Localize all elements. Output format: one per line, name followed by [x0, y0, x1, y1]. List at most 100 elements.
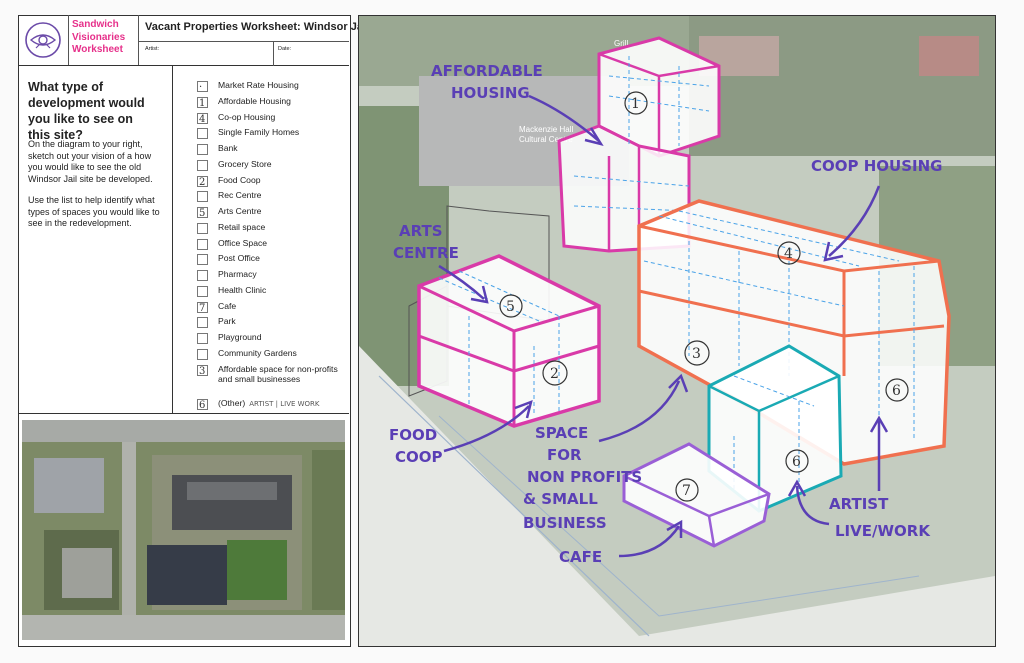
checklist-label-text: Post Office	[218, 253, 260, 264]
checkbox[interactable]	[197, 238, 208, 250]
number-marker: 7	[682, 483, 691, 499]
checkbox[interactable]	[197, 222, 208, 234]
checkbox[interactable]: 2	[197, 175, 208, 188]
checklist-label: Single Family Homes	[218, 125, 299, 141]
checkbox[interactable]	[197, 317, 208, 329]
annotation-text: FOR	[547, 446, 582, 464]
checklist-item: 7 Cafe	[197, 299, 345, 315]
annotation-text: CAFE	[559, 548, 602, 566]
number-marker: 1	[631, 96, 640, 112]
question-heading: What type of development would you like …	[28, 80, 145, 142]
checkbox[interactable]	[197, 285, 208, 297]
checklist-item: 5 Arts Centre	[197, 204, 345, 220]
checkbox[interactable]	[197, 333, 208, 344]
number-marker: 6	[892, 383, 901, 399]
checklist-label: Retail space	[218, 220, 265, 236]
checklist-label-text: Co-op Housing	[218, 111, 276, 122]
checklist-item: Park	[197, 314, 345, 330]
checkbox[interactable]	[197, 128, 208, 140]
checklist-item: Grocery Store	[197, 157, 345, 173]
checklist-label: Food Coop	[218, 173, 261, 189]
checklist-item: 3 Affordable space for non-profits and sm…	[197, 362, 345, 396]
artist-date-row: Artist: Date:	[139, 41, 349, 66]
checkbox[interactable]: ·	[197, 81, 208, 93]
checklist-label-text: Bank	[218, 143, 238, 153]
checklist-item: Playground	[197, 330, 345, 346]
divider	[273, 42, 274, 66]
checklist-label: Co-op Housing	[218, 110, 275, 126]
brand-line: Visionaries	[72, 31, 126, 43]
annotation-text: LIVE/WORK	[835, 522, 931, 540]
checklist-label: Affordable space for non-profits and sma…	[218, 364, 338, 384]
checkbox[interactable]	[197, 159, 208, 171]
checkbox[interactable]: 6	[197, 398, 208, 411]
checklist-label: Post Office	[218, 251, 260, 267]
checkbox[interactable]: 3	[197, 364, 208, 377]
annotation-text: COOP HOUSING	[811, 157, 942, 175]
checkbox-mark: 6	[199, 399, 206, 411]
checklist-label: Affordable Housing	[218, 94, 291, 110]
checklist-label-text: Affordable Housing	[218, 95, 291, 106]
checklist-label: Arts Centre	[218, 204, 261, 220]
checkbox-mark: 3	[199, 365, 206, 377]
map-label-hall: Mackenzie Hall	[519, 125, 573, 134]
checklist-label-text: Playground	[218, 332, 262, 342]
checklist-item: Bank	[197, 141, 345, 157]
site-sketch-diagram: Grill Mackenzie Hall Cultural Centre 1 4…	[358, 15, 996, 647]
checkbox[interactable]: 5	[197, 207, 208, 219]
checklist-label: Health Clinic	[218, 283, 266, 299]
checklist-item: Rec Centre	[197, 188, 345, 204]
number-marker: 2	[550, 366, 559, 382]
checkbox[interactable]	[197, 348, 208, 360]
checklist-item: · Market Rate Housing	[197, 78, 345, 94]
checklist-label: Community Gardens	[218, 346, 297, 362]
column-divider	[172, 65, 173, 413]
checklist-label-text: Park	[218, 316, 236, 327]
logo	[18, 15, 69, 65]
annotation-text: HOUSING	[451, 84, 530, 102]
worksheet-header: Sandwich Visionaries Worksheet Vacant Pr…	[18, 15, 369, 66]
checklist-label: Grocery Store	[218, 157, 272, 173]
instruction-paragraph: On the diagram to your right, sketch out…	[28, 139, 153, 184]
annotation-text: BUSINESS	[523, 514, 607, 532]
checklist-item: Health Clinic	[197, 283, 345, 299]
annotation-text: SPACE	[535, 424, 588, 442]
checklist-label: Office Space	[218, 236, 267, 252]
checklist-label-text: Community Gardens	[218, 347, 297, 358]
date-label: Date:	[278, 46, 292, 52]
brand-line: Sandwich	[72, 19, 119, 30]
checklist-label-text: Retail space	[218, 221, 266, 232]
aerial-site-photo	[22, 420, 345, 640]
checklist-label-text: Office Space	[218, 237, 268, 248]
annotation-text: COOP	[395, 448, 443, 466]
checkbox[interactable]	[197, 254, 208, 266]
checklist-item: Post Office	[197, 251, 345, 267]
number-marker: 4	[784, 246, 793, 262]
sketch-svg: Grill Mackenzie Hall Cultural Centre 1 4…	[359, 16, 995, 646]
checkbox[interactable]	[197, 144, 208, 155]
checklist-item: 1 Affordable Housing	[197, 94, 345, 110]
checkbox[interactable]	[197, 191, 208, 203]
artist-label: Artist:	[145, 46, 160, 52]
annotation-text: ARTS	[399, 222, 443, 240]
checkbox[interactable]: 4	[197, 112, 208, 125]
checkbox[interactable]: 7	[197, 301, 208, 314]
annotation-text: AFFORDABLE	[431, 62, 543, 80]
checkbox[interactable]: 1	[197, 96, 208, 109]
annotation-text: FOOD	[389, 426, 437, 444]
checklist-label: Bank	[218, 141, 238, 157]
checklist-label-text: Food Coop	[218, 174, 261, 185]
checkbox[interactable]	[197, 270, 208, 281]
checklist-label-text: Arts Centre	[218, 206, 262, 216]
handwritten-entry: ARTIST | LIVE WORK	[249, 399, 320, 408]
annotation-text: & SMALL	[523, 490, 598, 508]
checklist-label-text: Single Family Homes	[218, 127, 300, 138]
checklist-label-text: Rec Centre	[218, 190, 262, 201]
number-marker: 3	[692, 346, 701, 362]
title-cell: Vacant Properties Worksheet: Windsor Jai…	[138, 15, 369, 66]
section-divider	[18, 413, 349, 414]
checklist-label-text: Health Clinic	[218, 284, 267, 295]
annotation-text: NON PROFITS	[527, 468, 642, 486]
checklist-label: Cafe	[218, 299, 236, 315]
annotation-text: ARTIST	[829, 495, 889, 513]
